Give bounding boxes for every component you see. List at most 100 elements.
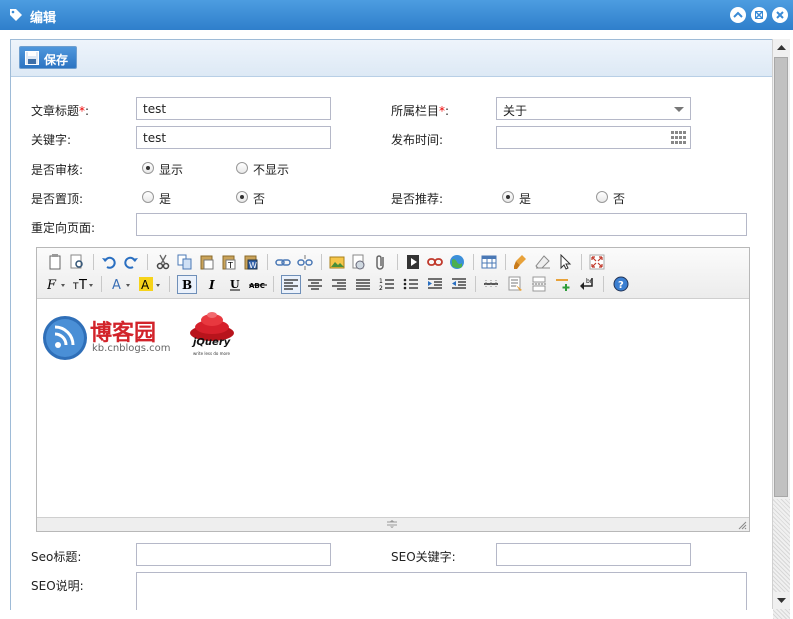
attachment-icon[interactable] bbox=[373, 254, 389, 270]
save-button[interactable]: 保存 bbox=[19, 46, 77, 69]
save-button-label: 保存 bbox=[44, 53, 69, 67]
link-icon[interactable] bbox=[275, 254, 291, 270]
action-toolbar: 保存 bbox=[11, 40, 773, 77]
calendar-icon[interactable] bbox=[671, 131, 686, 144]
svg-text:U: U bbox=[230, 278, 240, 291]
map-icon[interactable] bbox=[449, 254, 465, 270]
eraser-icon[interactable] bbox=[535, 254, 551, 270]
unordered-list-icon[interactable] bbox=[403, 276, 419, 292]
chevron-down-icon bbox=[674, 107, 684, 112]
close-button[interactable] bbox=[772, 7, 788, 23]
seo-title-input[interactable] bbox=[136, 543, 331, 566]
align-justify-icon[interactable] bbox=[355, 276, 371, 292]
redo-icon[interactable] bbox=[123, 254, 139, 270]
toolbar-separator bbox=[603, 276, 604, 292]
pinned-label: 是否置顶: bbox=[31, 192, 84, 206]
review-show-label: 显示 bbox=[159, 163, 184, 177]
svg-text:2: 2 bbox=[379, 285, 383, 292]
insert-row-icon[interactable] bbox=[555, 276, 571, 292]
undo-icon[interactable] bbox=[101, 254, 117, 270]
toolbar-separator bbox=[397, 254, 398, 270]
collapse-button[interactable] bbox=[730, 7, 746, 23]
strikethrough-icon[interactable]: ABC bbox=[249, 276, 269, 292]
maximize-button[interactable] bbox=[751, 7, 767, 23]
image-icon[interactable] bbox=[329, 254, 345, 270]
edit-panel: 保存 文章标题*: test 所属栏目*: 关于 关键字: test 发布时间:… bbox=[10, 39, 773, 610]
clear-format-icon[interactable] bbox=[513, 254, 529, 270]
recommend-no-label: 否 bbox=[613, 192, 626, 206]
media-icon[interactable] bbox=[405, 254, 421, 270]
cnblogs-logo: 博客园 kb.cnblogs.com bbox=[42, 313, 172, 363]
table-icon[interactable] bbox=[481, 254, 497, 270]
review-label: 是否审核: bbox=[31, 163, 84, 177]
seo-keywords-input[interactable] bbox=[496, 543, 691, 566]
svg-text:ABC: ABC bbox=[249, 282, 265, 290]
flash-icon[interactable] bbox=[351, 254, 367, 270]
outdent-icon[interactable] bbox=[451, 276, 467, 292]
svg-text:F: F bbox=[47, 278, 57, 292]
editor-resize-bar[interactable] bbox=[37, 517, 749, 531]
ordered-list-icon[interactable]: 12 bbox=[379, 276, 395, 292]
paste-word-icon[interactable] bbox=[47, 254, 63, 270]
editor-content-area[interactable]: 博客园 kb.cnblogs.com jQuery write less do … bbox=[37, 299, 749, 517]
toolbar-separator bbox=[473, 254, 474, 270]
template-icon[interactable] bbox=[507, 276, 523, 292]
page-break-icon[interactable] bbox=[531, 276, 547, 292]
recommend-yes-radio[interactable] bbox=[502, 191, 514, 203]
paste-icon[interactable] bbox=[199, 254, 215, 270]
vertical-scrollbar[interactable] bbox=[772, 39, 790, 619]
article-title-input[interactable]: test bbox=[136, 97, 331, 120]
seo-desc-label: SEO说明: bbox=[31, 579, 84, 593]
toolbar-separator bbox=[273, 276, 274, 292]
highlight-color-icon[interactable]: A bbox=[139, 276, 163, 292]
toolbar-separator bbox=[505, 254, 506, 270]
pinned-no-label: 否 bbox=[253, 192, 266, 206]
unlink-icon[interactable] bbox=[297, 254, 313, 270]
horizontal-rule-icon[interactable] bbox=[483, 276, 499, 292]
select-icon[interactable] bbox=[557, 254, 573, 270]
iframe-link-icon[interactable] bbox=[427, 254, 443, 270]
align-left-icon[interactable] bbox=[281, 275, 301, 294]
svg-text:A: A bbox=[112, 278, 121, 292]
align-right-icon[interactable] bbox=[331, 276, 347, 292]
paste-text-icon[interactable]: T bbox=[221, 254, 237, 270]
chevron-up-icon bbox=[733, 11, 743, 18]
category-select[interactable]: 关于 bbox=[496, 97, 691, 120]
copy-icon[interactable] bbox=[177, 254, 193, 270]
font-family-icon[interactable]: F bbox=[47, 276, 67, 292]
publish-time-label: 发布时间: bbox=[391, 133, 444, 147]
help-icon[interactable]: ? bbox=[613, 276, 629, 292]
line-break-icon[interactable]: br bbox=[579, 276, 595, 292]
publish-time-input[interactable] bbox=[496, 126, 691, 149]
jquery-logo-subtext: write less do more bbox=[193, 351, 230, 356]
corner-resize-icon[interactable] bbox=[737, 520, 747, 530]
italic-icon[interactable]: I bbox=[205, 276, 221, 292]
pinned-no-radio[interactable] bbox=[236, 191, 248, 203]
indent-icon[interactable] bbox=[427, 276, 443, 292]
bold-icon[interactable]: B bbox=[177, 275, 197, 294]
recommend-no-radio[interactable] bbox=[596, 191, 608, 203]
paste-word2-icon[interactable]: W bbox=[243, 254, 259, 270]
keywords-input[interactable]: test bbox=[136, 126, 331, 149]
expand-icon bbox=[755, 11, 763, 19]
font-color-icon[interactable]: A bbox=[111, 276, 133, 292]
scroll-down-icon[interactable] bbox=[773, 592, 790, 609]
review-hide-radio[interactable] bbox=[236, 162, 248, 174]
preview-icon[interactable] bbox=[69, 254, 85, 270]
pinned-yes-radio[interactable] bbox=[142, 191, 154, 203]
toolbar-separator bbox=[267, 254, 268, 270]
underline-icon[interactable]: U bbox=[227, 276, 243, 292]
seo-desc-textarea[interactable] bbox=[136, 572, 747, 610]
font-size-icon[interactable]: TT bbox=[73, 276, 95, 292]
redirect-input[interactable] bbox=[136, 213, 747, 236]
toolbar-separator bbox=[101, 276, 102, 292]
scroll-up-icon[interactable] bbox=[773, 39, 790, 56]
cut-icon[interactable] bbox=[155, 254, 171, 270]
jquery-logo-text: jQuery bbox=[193, 337, 231, 348]
review-show-radio[interactable] bbox=[142, 162, 154, 174]
scrollbar-thumb[interactable] bbox=[774, 57, 788, 497]
svg-text:?: ? bbox=[618, 280, 624, 291]
align-center-icon[interactable] bbox=[307, 276, 323, 292]
fullscreen-icon[interactable] bbox=[589, 254, 605, 270]
toolbar-separator bbox=[169, 276, 170, 292]
